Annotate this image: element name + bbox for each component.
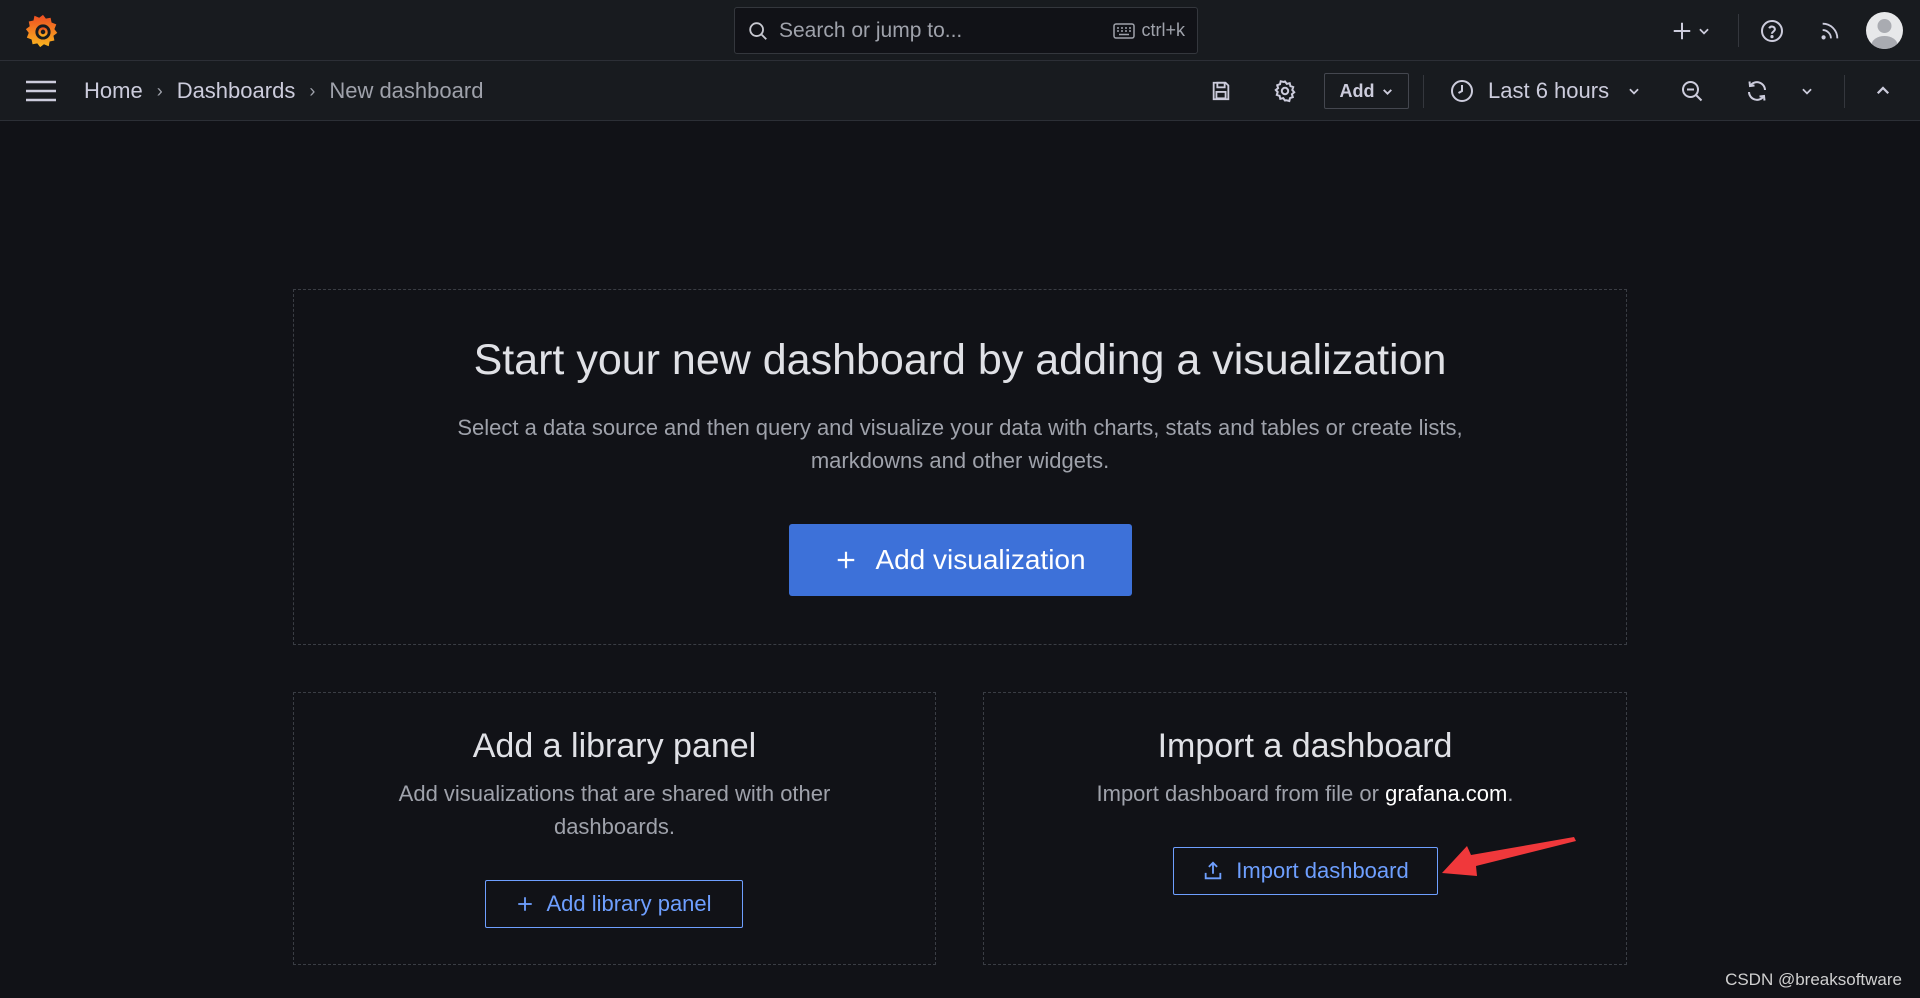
description-line: dashboards. <box>553 814 676 839</box>
news-button[interactable] <box>1815 17 1845 45</box>
breadcrumb-dashboards[interactable]: Dashboards <box>177 78 296 104</box>
help-button[interactable] <box>1757 17 1787 45</box>
import-dashboard-card: Import a dashboard Import dashboard from… <box>983 692 1627 965</box>
avatar[interactable] <box>1866 12 1903 49</box>
save-icon <box>1212 81 1230 101</box>
chevron-down-icon <box>1382 88 1392 95</box>
grafana-logo[interactable] <box>24 12 62 50</box>
add-library-panel-button[interactable]: Add library panel <box>485 880 743 928</box>
chevron-down-icon <box>1802 88 1812 95</box>
add-library-panel-label: Add library panel <box>546 891 712 916</box>
keyboard-icon <box>1113 22 1136 39</box>
clock-icon <box>1451 80 1473 102</box>
rss-icon <box>1821 22 1839 40</box>
add-visualization-panel: Start your new dashboard by adding a vis… <box>293 289 1627 645</box>
zoom-out-button[interactable] <box>1677 76 1707 106</box>
dashboard-nav-bar: Home › Dashboards › New dashboard Add La… <box>0 61 1920 121</box>
menu-toggle-button[interactable] <box>24 77 58 105</box>
plus-icon <box>518 897 533 911</box>
import-dashboard-description: Import dashboard from file or grafana.co… <box>984 777 1626 810</box>
gear-icon <box>1274 80 1296 103</box>
search-icon <box>749 21 767 40</box>
search-shortcut: ctrl+k <box>1113 20 1185 41</box>
time-range-picker[interactable]: Last 6 hours <box>1450 61 1641 121</box>
description-text: Import dashboard from file or <box>1096 781 1386 806</box>
search-bar[interactable]: Search or jump to... ctrl+k <box>734 7 1198 54</box>
help-icon <box>1761 20 1783 42</box>
watermark: CSDN @breaksoftware <box>1725 970 1902 989</box>
plus-icon <box>1673 22 1691 40</box>
chevron-down-icon <box>1629 88 1639 95</box>
top-bar: Search or jump to... ctrl+k <box>0 0 1920 61</box>
breadcrumb: Home › Dashboards › New dashboard <box>84 61 483 121</box>
breadcrumb-separator: › <box>309 80 316 101</box>
description-line: Select a data source and then query and … <box>457 415 1463 440</box>
new-menu-button[interactable] <box>1668 17 1714 45</box>
topbar-divider <box>1738 14 1739 47</box>
shortcut-label: ctrl+k <box>1141 20 1185 40</box>
chevron-down-icon <box>1699 28 1709 35</box>
annotation-arrow-icon <box>1442 837 1576 876</box>
save-dashboard-button[interactable] <box>1206 76 1236 106</box>
add-visualization-label: Add visualization <box>875 544 1086 575</box>
library-panel-description: Add visualizations that are shared with … <box>294 777 935 843</box>
empty-dashboard-description: Select a data source and then query and … <box>294 411 1626 477</box>
description-line: Add visualizations that are shared with … <box>398 781 831 806</box>
search-input[interactable]: Search or jump to... <box>779 19 1113 43</box>
library-panel-title: Add a library panel <box>472 727 757 765</box>
add-dropdown-button[interactable]: Add <box>1324 73 1409 109</box>
refresh-icon <box>1748 81 1766 101</box>
refresh-interval-dropdown[interactable] <box>1797 76 1817 106</box>
description-text: . <box>1507 781 1514 806</box>
empty-dashboard-title: Start your new dashboard by adding a vis… <box>473 336 1447 384</box>
user-icon <box>1871 19 1898 49</box>
breadcrumb-separator: › <box>156 80 163 101</box>
collapse-toolbar-button[interactable] <box>1868 76 1898 106</box>
time-range-label: Last 6 hours <box>1488 78 1610 103</box>
import-dashboard-label: Import dashboard <box>1236 858 1409 883</box>
add-button-label: Add <box>1339 80 1375 101</box>
toolbar-divider <box>1423 75 1424 108</box>
breadcrumb-current: New dashboard <box>329 78 484 103</box>
refresh-button[interactable] <box>1742 76 1772 106</box>
zoom-out-icon <box>1682 81 1703 102</box>
breadcrumb-home[interactable]: Home <box>84 78 143 104</box>
chevron-up-icon <box>1876 86 1890 95</box>
plus-icon <box>838 551 855 569</box>
add-visualization-button[interactable]: Add visualization <box>789 524 1132 596</box>
dashboard-settings-button[interactable] <box>1270 76 1300 106</box>
hamburger-menu-icon <box>26 80 56 102</box>
upload-icon <box>1205 861 1222 880</box>
import-dashboard-button[interactable]: Import dashboard <box>1173 847 1438 895</box>
toolbar-divider <box>1844 75 1845 108</box>
add-library-panel-card: Add a library panel Add visualizations t… <box>293 692 936 965</box>
description-line: markdowns and other widgets. <box>810 448 1110 473</box>
import-dashboard-title: Import a dashboard <box>1157 727 1453 765</box>
grafana-com-link[interactable]: grafana.com <box>1385 781 1507 806</box>
